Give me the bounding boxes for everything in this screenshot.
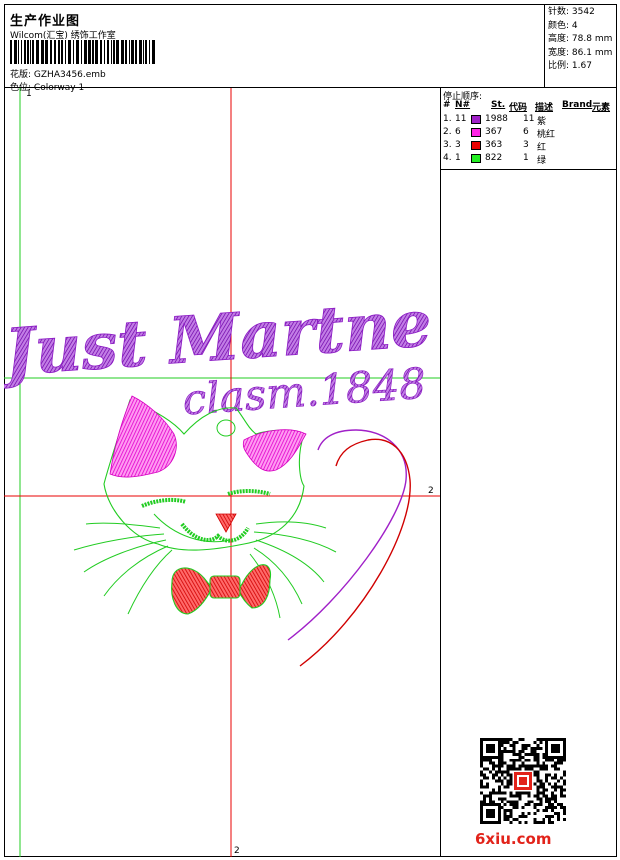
stop-color-swatch [471,128,481,137]
stop-code: 11 [523,114,535,124]
col-brand: Brand [562,100,593,110]
cat-nose [215,513,237,533]
design-preview: Just Martne clasm.1848 [4,88,440,857]
stop-code: 3 [523,140,529,150]
stop-code: 6 [523,127,529,137]
stats-panel: 针数: 3542 颜色: 4 高度: 78.8 mm 宽度: 86.1 mm 比… [545,4,617,88]
bow-knot [209,575,241,599]
stat-width: 宽度: 86.1 mm [548,47,613,58]
stop-desc: 紫 [537,117,547,127]
col-element: 元素 [592,103,611,113]
stop-sequence-panel: 停止顺序: # N# St. 代码 描述 Brand 元素 1. 11 1988 11… [440,88,617,170]
stop-index: 1. [443,114,452,124]
bow-right [237,564,272,609]
stop-sequence-header: # N# St. 代码 描述 Brand 元素 [441,100,617,113]
cat-ear-right [242,429,307,472]
stop-row: 3. 3 363 3 红 [441,140,617,153]
stat-colors: 颜色: 4 [548,20,578,31]
file-label: 花版: [10,70,32,80]
guide-label-red-h: 2 [428,486,434,496]
swirl-purple [287,429,407,641]
stop-desc: 绿 [537,156,547,166]
cat-whiskers-left [73,522,173,615]
stop-stitches: 822 [485,153,503,163]
stop-stitches: 363 [485,140,503,150]
qr-code [480,738,566,824]
stop-desc: 桃红 [537,130,556,140]
bow-left [171,567,213,615]
cat-eye-left [141,497,187,508]
stop-color-swatch [471,115,481,124]
swirl-red [299,438,411,667]
stat-stitches: 针数: 3542 [548,7,595,17]
stop-index: 4. [443,153,452,163]
design-canvas: Just Martne clasm.1848 1 2 2 [4,88,440,857]
file-name: GZHA3456.emb [33,70,106,80]
cat-ear-left [109,395,177,478]
col-code: 代码 [509,103,528,113]
stop-code: 1 [523,153,529,163]
col-stitches: St. [491,100,506,110]
stat-scale: 比例: 1.67 [548,61,592,71]
stop-row: 2. 6 367 6 桃红 [441,127,617,140]
stop-row: 4. 1 822 1 绿 [441,153,617,166]
cat-eye-right [227,489,271,496]
col-n: N# [455,100,471,110]
stop-n: 11 [455,114,467,124]
stop-index: 2. [443,127,452,137]
watermark: 6xiu.com [475,830,552,848]
cat-top-bump [216,419,236,437]
header-panel: 生产作业图 Wilcom(汇宝) 绣饰工作室 花版: GZHA3456.emb … [4,4,545,93]
stop-row: 1. 11 1988 11 紫 [441,114,617,127]
guide-label-green: 1 [26,89,32,99]
stop-stitches: 1988 [485,114,508,124]
stop-n: 3 [455,140,461,150]
stat-height: 高度: 78.8 mm [548,34,613,44]
stop-stitches: 367 [485,127,503,137]
col-desc: 描述 [535,103,554,113]
stop-n: 6 [455,127,461,137]
stop-color-swatch [471,154,481,163]
guide-label-red-v: 2 [234,846,240,856]
col-index: # [443,100,451,110]
stop-desc: 红 [537,143,547,153]
file-line: 花版: GZHA3456.emb [10,67,106,80]
stop-index: 3. [443,140,452,150]
barcode [10,40,155,64]
stop-n: 1 [455,153,461,163]
page-title: 生产作业图 [10,14,81,29]
stop-color-swatch [471,141,481,150]
column-divider [440,170,441,857]
